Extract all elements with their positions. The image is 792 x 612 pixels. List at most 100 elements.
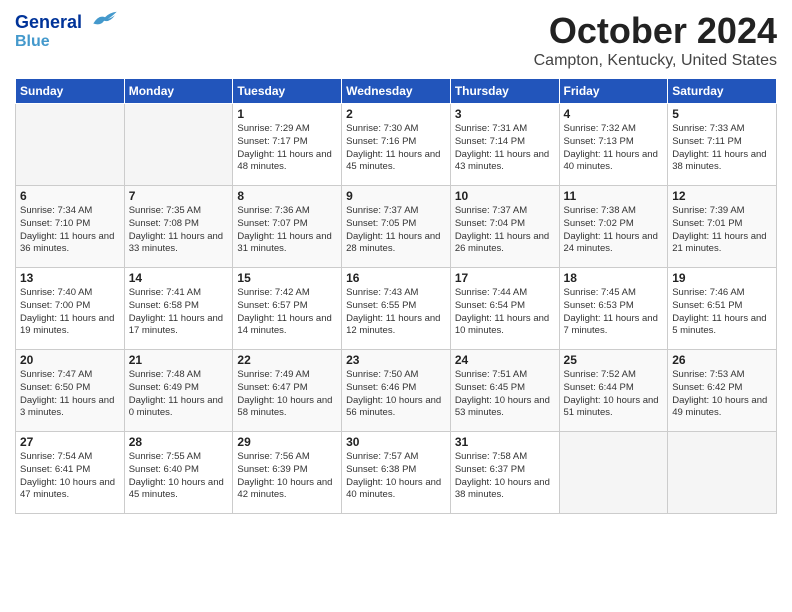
month-title: October 2024	[534, 10, 777, 52]
day-number: 6	[20, 189, 120, 203]
calendar-cell: 24Sunrise: 7:51 AMSunset: 6:45 PMDayligh…	[450, 350, 559, 432]
calendar-cell: 4 Sunrise: 7:32 AMSunset: 7:13 PMDaylight…	[559, 104, 668, 186]
day-number: 24	[455, 353, 555, 367]
calendar-cell: 10Sunrise: 7:37 AMSunset: 7:04 PMDayligh…	[450, 186, 559, 268]
header-sunday: Sunday	[16, 79, 125, 104]
calendar-cell: 23 Sunrise: 7:50 AMSunset: 6:46 PMDayligh…	[342, 350, 451, 432]
day-info: Sunrise: 7:34 AMSunset: 7:10 PMDaylight:…	[20, 205, 120, 256]
calendar-cell: 27 Sunrise: 7:54 AMSunset: 6:41 PMDayligh…	[16, 432, 125, 514]
day-info: Sunrise: 7:35 AMSunset: 7:08 PMDaylight:…	[129, 205, 229, 256]
day-number: 5	[672, 107, 772, 121]
calendar-cell	[668, 432, 777, 514]
day-info: Sunrise: 7:37 AMSunset: 7:05 PMDaylight:…	[346, 205, 446, 256]
day-number: 21	[129, 353, 229, 367]
calendar-cell: 20 Sunrise: 7:47 AMSunset: 6:50 PMDayligh…	[16, 350, 125, 432]
logo-blue-text: Blue	[15, 33, 50, 50]
day-number: 10	[455, 189, 555, 203]
calendar-cell: 9 Sunrise: 7:37 AMSunset: 7:05 PMDaylight…	[342, 186, 451, 268]
day-info: Sunrise: 7:36 AMSunset: 7:07 PMDaylight:…	[237, 205, 337, 256]
day-info: Sunrise: 7:52 AMSunset: 6:44 PMDaylight:…	[564, 369, 664, 420]
calendar-cell: 26 Sunrise: 7:53 AMSunset: 6:42 PMDayligh…	[668, 350, 777, 432]
calendar-cell: 6 Sunrise: 7:34 AMSunset: 7:10 PMDaylight…	[16, 186, 125, 268]
calendar-cell: 22 Sunrise: 7:49 AMSunset: 6:47 PMDayligh…	[233, 350, 342, 432]
day-info: Sunrise: 7:31 AMSunset: 7:14 PMDaylight:…	[455, 123, 555, 174]
day-info: Sunrise: 7:45 AMSunset: 6:53 PMDaylight:…	[564, 287, 664, 338]
calendar-cell: 1 Sunrise: 7:29 AMSunset: 7:17 PMDaylight…	[233, 104, 342, 186]
calendar-cell: 29 Sunrise: 7:56 AMSunset: 6:39 PMDayligh…	[233, 432, 342, 514]
day-number: 4	[564, 107, 664, 121]
day-info: Sunrise: 7:33 AMSunset: 7:11 PMDaylight:…	[672, 123, 772, 174]
day-number: 27	[20, 435, 120, 449]
header-wednesday: Wednesday	[342, 79, 451, 104]
day-info: Sunrise: 7:39 AMSunset: 7:01 PMDaylight:…	[672, 205, 772, 256]
day-info: Sunrise: 7:57 AMSunset: 6:38 PMDaylight:…	[346, 451, 446, 502]
calendar-cell: 13Sunrise: 7:40 AMSunset: 7:00 PMDayligh…	[16, 268, 125, 350]
day-number: 28	[129, 435, 229, 449]
calendar-cell	[16, 104, 125, 186]
day-info: Sunrise: 7:43 AMSunset: 6:55 PMDaylight:…	[346, 287, 446, 338]
calendar-cell: 12 Sunrise: 7:39 AMSunset: 7:01 PMDayligh…	[668, 186, 777, 268]
title-block: October 2024 Campton, Kentucky, United S…	[534, 10, 777, 70]
day-info: Sunrise: 7:44 AMSunset: 6:54 PMDaylight:…	[455, 287, 555, 338]
day-number: 3	[455, 107, 555, 121]
calendar-cell: 21 Sunrise: 7:48 AMSunset: 6:49 PMDayligh…	[124, 350, 233, 432]
day-info: Sunrise: 7:55 AMSunset: 6:40 PMDaylight:…	[129, 451, 229, 502]
calendar-cell: 31Sunrise: 7:58 AMSunset: 6:37 PMDayligh…	[450, 432, 559, 514]
day-number: 9	[346, 189, 446, 203]
day-info: Sunrise: 7:50 AMSunset: 6:46 PMDaylight:…	[346, 369, 446, 420]
day-number: 13	[20, 271, 120, 285]
day-info: Sunrise: 7:30 AMSunset: 7:16 PMDaylight:…	[346, 123, 446, 174]
calendar-cell: 28 Sunrise: 7:55 AMSunset: 6:40 PMDayligh…	[124, 432, 233, 514]
day-info: Sunrise: 7:32 AMSunset: 7:13 PMDaylight:…	[564, 123, 664, 174]
day-number: 16	[346, 271, 446, 285]
calendar-cell: 2Sunrise: 7:30 AMSunset: 7:16 PMDaylight…	[342, 104, 451, 186]
day-number: 26	[672, 353, 772, 367]
day-info: Sunrise: 7:53 AMSunset: 6:42 PMDaylight:…	[672, 369, 772, 420]
header-saturday: Saturday	[668, 79, 777, 104]
calendar-cell: 7Sunrise: 7:35 AMSunset: 7:08 PMDaylight…	[124, 186, 233, 268]
calendar-cell: 19Sunrise: 7:46 AMSunset: 6:51 PMDayligh…	[668, 268, 777, 350]
day-info: Sunrise: 7:54 AMSunset: 6:41 PMDaylight:…	[20, 451, 120, 502]
day-info: Sunrise: 7:29 AMSunset: 7:17 PMDaylight:…	[237, 123, 337, 174]
calendar-cell: 14Sunrise: 7:41 AMSunset: 6:58 PMDayligh…	[124, 268, 233, 350]
calendar-cell	[124, 104, 233, 186]
header-friday: Friday	[559, 79, 668, 104]
calendar-cell: 18 Sunrise: 7:45 AMSunset: 6:53 PMDayligh…	[559, 268, 668, 350]
calendar-cell: 11Sunrise: 7:38 AMSunset: 7:02 PMDayligh…	[559, 186, 668, 268]
day-info: Sunrise: 7:47 AMSunset: 6:50 PMDaylight:…	[20, 369, 120, 420]
header-tuesday: Tuesday	[233, 79, 342, 104]
calendar-cell: 17 Sunrise: 7:44 AMSunset: 6:54 PMDayligh…	[450, 268, 559, 350]
calendar-header-row: SundayMondayTuesdayWednesdayThursdayFrid…	[16, 79, 777, 104]
calendar-week-row: 1 Sunrise: 7:29 AMSunset: 7:17 PMDaylight…	[16, 104, 777, 186]
day-number: 29	[237, 435, 337, 449]
day-number: 25	[564, 353, 664, 367]
day-info: Sunrise: 7:48 AMSunset: 6:49 PMDaylight:…	[129, 369, 229, 420]
calendar-week-row: 27 Sunrise: 7:54 AMSunset: 6:41 PMDayligh…	[16, 432, 777, 514]
day-number: 1	[237, 107, 337, 121]
day-number: 20	[20, 353, 120, 367]
day-number: 22	[237, 353, 337, 367]
day-info: Sunrise: 7:49 AMSunset: 6:47 PMDaylight:…	[237, 369, 337, 420]
day-number: 8	[237, 189, 337, 203]
calendar-cell: 15 Sunrise: 7:42 AMSunset: 6:57 PMDayligh…	[233, 268, 342, 350]
calendar-cell	[559, 432, 668, 514]
calendar-cell: 8 Sunrise: 7:36 AMSunset: 7:07 PMDaylight…	[233, 186, 342, 268]
day-number: 17	[455, 271, 555, 285]
day-number: 23	[346, 353, 446, 367]
calendar-week-row: 13Sunrise: 7:40 AMSunset: 7:00 PMDayligh…	[16, 268, 777, 350]
calendar-week-row: 6 Sunrise: 7:34 AMSunset: 7:10 PMDaylight…	[16, 186, 777, 268]
calendar-cell: 16 Sunrise: 7:43 AMSunset: 6:55 PMDayligh…	[342, 268, 451, 350]
calendar-cell: 3 Sunrise: 7:31 AMSunset: 7:14 PMDaylight…	[450, 104, 559, 186]
day-number: 18	[564, 271, 664, 285]
day-number: 11	[564, 189, 664, 203]
location-title: Campton, Kentucky, United States	[534, 52, 777, 70]
day-info: Sunrise: 7:56 AMSunset: 6:39 PMDaylight:…	[237, 451, 337, 502]
calendar-cell: 30 Sunrise: 7:57 AMSunset: 6:38 PMDayligh…	[342, 432, 451, 514]
day-info: Sunrise: 7:42 AMSunset: 6:57 PMDaylight:…	[237, 287, 337, 338]
day-number: 12	[672, 189, 772, 203]
page-header: General Blue October 2024 Campton, Kentu…	[15, 10, 777, 70]
logo: General Blue	[15, 10, 119, 51]
day-number: 15	[237, 271, 337, 285]
calendar-table: SundayMondayTuesdayWednesdayThursdayFrid…	[15, 78, 777, 514]
day-number: 30	[346, 435, 446, 449]
